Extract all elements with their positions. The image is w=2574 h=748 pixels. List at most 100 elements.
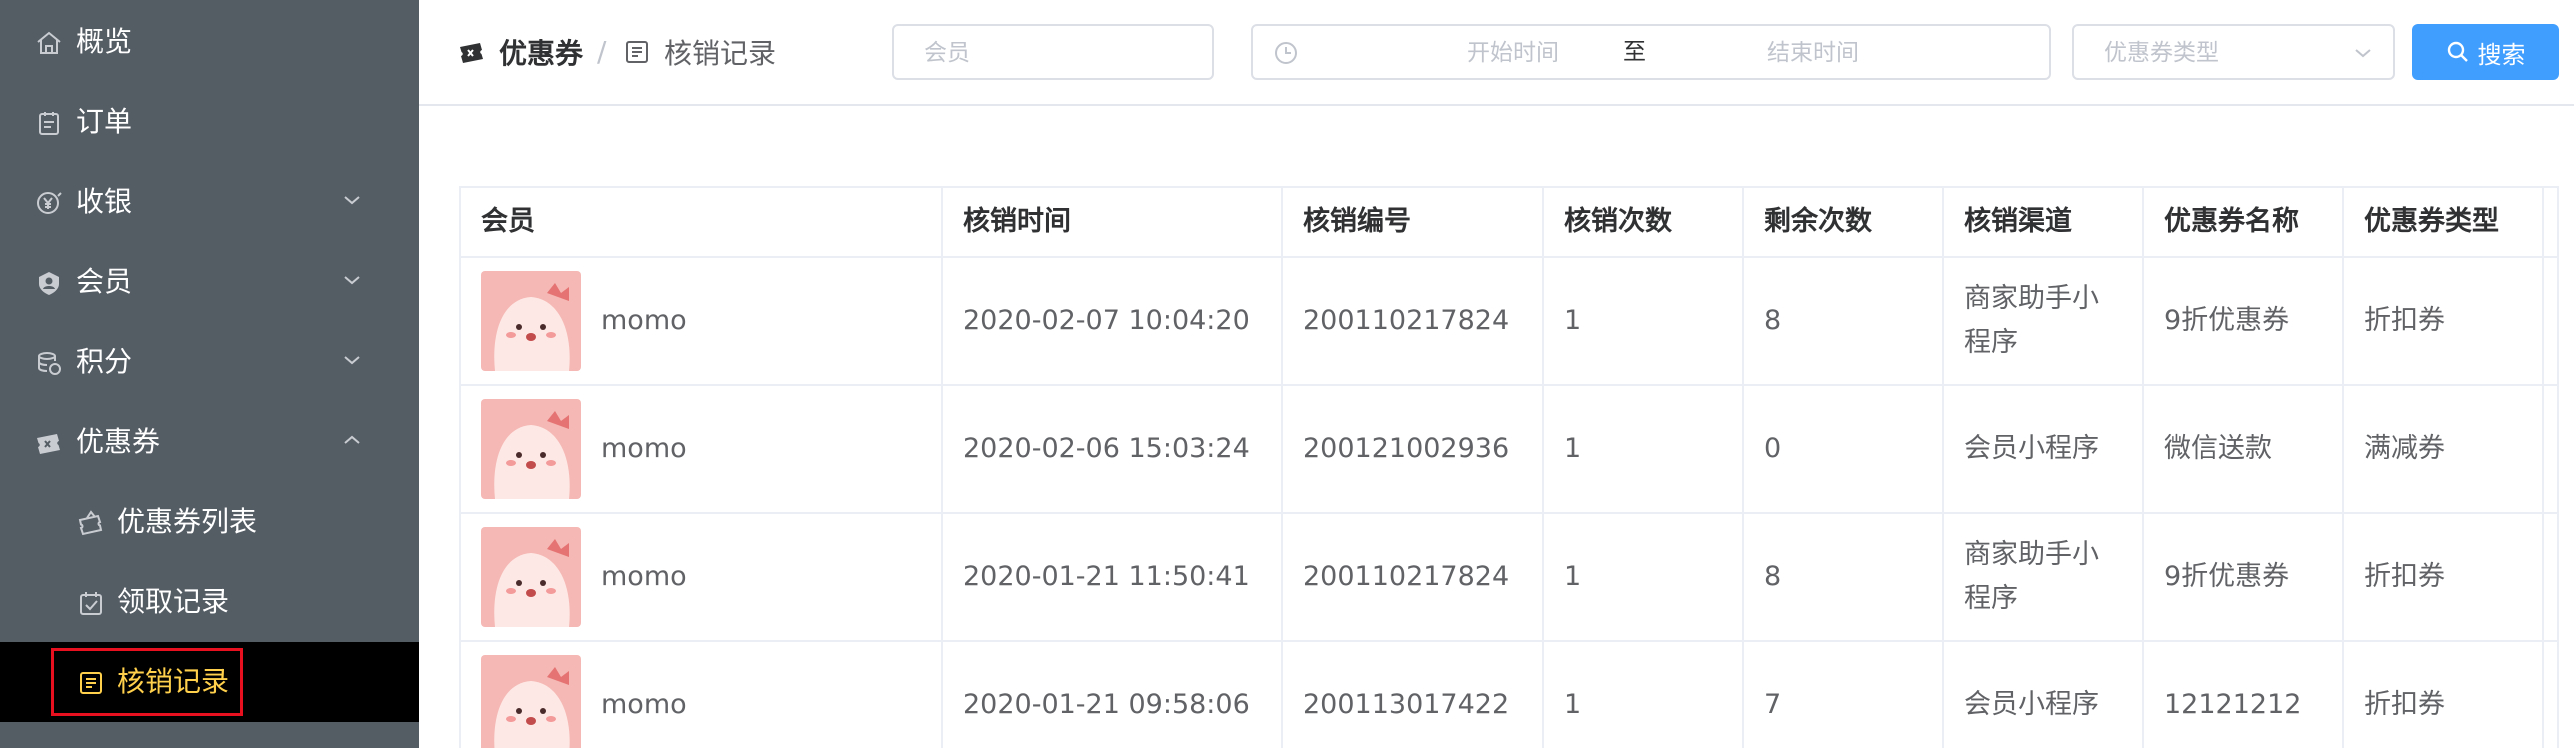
order-icon bbox=[34, 108, 64, 138]
search-button-label: 搜索 bbox=[2477, 40, 2526, 69]
chevron-up-icon bbox=[344, 435, 360, 444]
chevron-down-icon bbox=[344, 276, 360, 285]
receive-record-icon bbox=[76, 588, 106, 618]
sidebar-item-coupon-list[interactable]: 优惠券列表 bbox=[0, 482, 419, 562]
breadcrumb-root-label: 优惠券 bbox=[499, 37, 584, 70]
column-header[interactable]: 核销时间 bbox=[943, 188, 1283, 256]
sidebar-item-receive-records[interactable]: 领取记录 bbox=[0, 562, 419, 642]
table-header-row: 会员 核销时间 核销编号 核销次数 剩余次数 核销渠道 优惠券名称 优惠券类型 bbox=[461, 188, 2557, 258]
sidebar-item-label: 概览 bbox=[76, 25, 133, 58]
sidebar-item-cashier[interactable]: 收银 bbox=[0, 162, 419, 242]
header: 优惠券 / 核销记录 至 bbox=[419, 0, 2574, 106]
verify-time: 2020-02-07 10:04:20 bbox=[943, 258, 1283, 384]
coupon-name: 12121212 bbox=[2144, 642, 2344, 748]
verify-count: 1 bbox=[1544, 386, 1744, 512]
member-name: momo bbox=[601, 561, 687, 592]
avatar bbox=[481, 527, 581, 627]
sidebar-item-coupons[interactable]: 优惠券 bbox=[0, 402, 419, 482]
verify-count: 1 bbox=[1544, 642, 1744, 748]
coupon-name: 9折优惠券 bbox=[2144, 514, 2344, 640]
sidebar-item-points[interactable]: 积分 bbox=[0, 322, 419, 402]
verify-channel: 商家助手小程序 bbox=[1944, 258, 2144, 384]
coupon-type: 折扣券 bbox=[2344, 258, 2544, 384]
coupon-icon bbox=[457, 37, 487, 67]
column-header[interactable]: 会员 bbox=[461, 188, 943, 256]
sidebar-item-members[interactable]: 会员 bbox=[0, 242, 419, 322]
member-input[interactable] bbox=[924, 38, 1194, 68]
remaining-count: 8 bbox=[1744, 258, 1944, 384]
start-time-input[interactable] bbox=[1393, 38, 1633, 68]
coupon-name: 微信送款 bbox=[2144, 386, 2344, 512]
member-cell: momo bbox=[461, 258, 943, 384]
column-header[interactable]: 优惠券类型 bbox=[2344, 188, 2544, 256]
sidebar-item-overview[interactable]: 概览 bbox=[0, 2, 419, 82]
table-row: momo 2020-01-21 11:50:41 200110217824 1 … bbox=[461, 514, 2557, 642]
sidebar-item-label: 领取记录 bbox=[117, 585, 230, 618]
remaining-count: 8 bbox=[1744, 514, 1944, 640]
column-header[interactable]: 剩余次数 bbox=[1744, 188, 1944, 256]
sidebar-item-label: 订单 bbox=[76, 105, 133, 138]
coupon-list-icon bbox=[76, 508, 106, 538]
column-header[interactable]: 核销次数 bbox=[1544, 188, 1744, 256]
points-icon bbox=[34, 348, 64, 378]
table-row: momo 2020-02-06 15:03:24 200121002936 1 … bbox=[461, 386, 2557, 514]
member-cell: momo bbox=[461, 514, 943, 640]
avatar bbox=[481, 655, 581, 748]
table-row: momo 2020-02-07 10:04:20 200110217824 1 … bbox=[461, 258, 2557, 386]
coupon-name: 9折优惠券 bbox=[2144, 258, 2344, 384]
sidebar-item-label: 优惠券 bbox=[76, 425, 161, 458]
verify-channel: 会员小程序 bbox=[1944, 642, 2144, 748]
sidebar-item-label: 优惠券列表 bbox=[117, 505, 258, 538]
member-cell: momo bbox=[461, 386, 943, 512]
active-item-highlight bbox=[51, 648, 243, 716]
column-header[interactable]: 核销渠道 bbox=[1944, 188, 2144, 256]
member-input-wrapper bbox=[892, 24, 1214, 80]
verify-number: 200113017422 bbox=[1283, 642, 1544, 748]
sidebar: 概览 订单 收银 会员 积分 优惠券 优惠券列表 领取记录 核销记录 bbox=[0, 0, 419, 748]
remaining-count: 7 bbox=[1744, 642, 1944, 748]
member-icon bbox=[34, 268, 64, 298]
sidebar-item-label: 收银 bbox=[76, 185, 133, 218]
breadcrumb-current-label: 核销记录 bbox=[664, 37, 777, 70]
verify-record-icon bbox=[622, 37, 652, 67]
coupon-icon bbox=[34, 428, 64, 458]
cashier-icon bbox=[34, 188, 64, 218]
verify-records-table: 会员 核销时间 核销编号 核销次数 剩余次数 核销渠道 优惠券名称 优惠券类型 … bbox=[459, 186, 2559, 748]
avatar bbox=[481, 271, 581, 371]
verify-channel: 会员小程序 bbox=[1944, 386, 2144, 512]
sidebar-item-orders[interactable]: 订单 bbox=[0, 82, 419, 162]
breadcrumb-separator: / bbox=[597, 35, 607, 68]
verify-count: 1 bbox=[1544, 514, 1744, 640]
coupon-type: 折扣券 bbox=[2344, 642, 2544, 748]
sidebar-item-label: 积分 bbox=[76, 345, 133, 378]
coupon-type: 满减券 bbox=[2344, 386, 2544, 512]
table-row: momo 2020-01-21 09:58:06 200113017422 1 … bbox=[461, 642, 2557, 748]
search-icon bbox=[2447, 41, 2468, 62]
sidebar-item-label: 会员 bbox=[76, 265, 133, 298]
verify-number: 200110217824 bbox=[1283, 514, 1544, 640]
verify-number: 200110217824 bbox=[1283, 258, 1544, 384]
end-time-input[interactable] bbox=[1693, 38, 1933, 68]
member-name: momo bbox=[601, 305, 687, 336]
verify-time: 2020-02-06 15:03:24 bbox=[943, 386, 1283, 512]
home-icon bbox=[34, 28, 64, 58]
member-cell: momo bbox=[461, 642, 943, 748]
verify-count: 1 bbox=[1544, 258, 1744, 384]
avatar bbox=[481, 399, 581, 499]
range-separator: 至 bbox=[1623, 39, 1646, 65]
member-name: momo bbox=[601, 689, 687, 720]
coupon-type-input[interactable] bbox=[2104, 38, 2324, 68]
coupon-type: 折扣券 bbox=[2344, 514, 2544, 640]
member-name: momo bbox=[601, 433, 687, 464]
chevron-down-icon bbox=[2355, 49, 2371, 58]
breadcrumb-root[interactable]: 优惠券 bbox=[457, 32, 583, 72]
clock-icon bbox=[1275, 42, 1297, 64]
date-range-picker[interactable]: 至 bbox=[1251, 24, 2051, 80]
chevron-down-icon bbox=[344, 356, 360, 365]
column-header[interactable]: 核销编号 bbox=[1283, 188, 1544, 256]
coupon-type-select[interactable] bbox=[2072, 24, 2395, 80]
verify-number: 200121002936 bbox=[1283, 386, 1544, 512]
column-header[interactable]: 优惠券名称 bbox=[2144, 188, 2344, 256]
verify-time: 2020-01-21 11:50:41 bbox=[943, 514, 1283, 640]
search-button[interactable]: 搜索 bbox=[2412, 24, 2559, 80]
